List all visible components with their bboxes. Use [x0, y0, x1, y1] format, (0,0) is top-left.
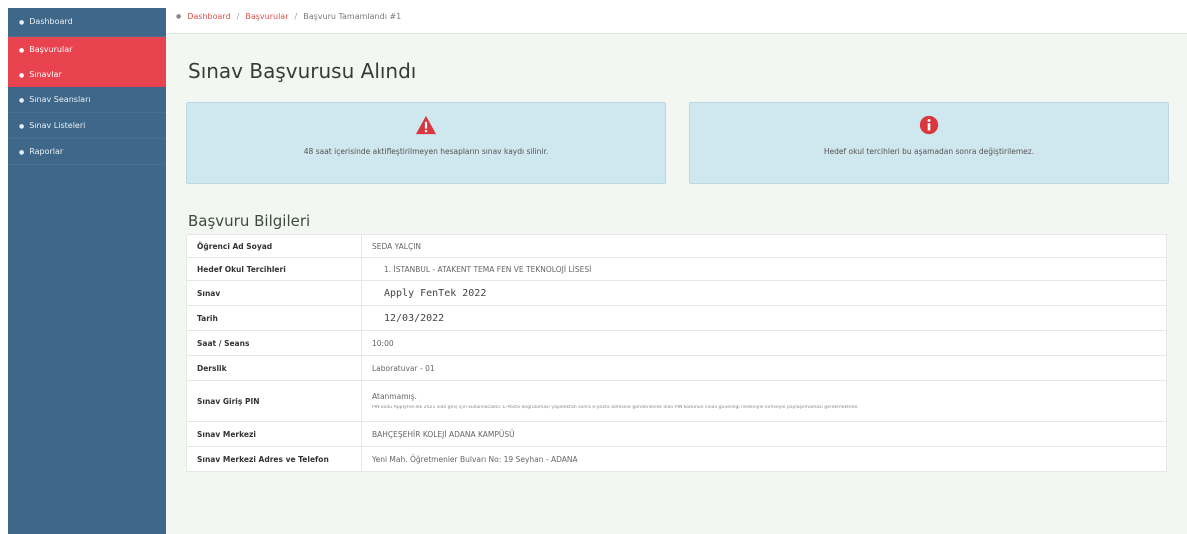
sidebar-item-sinavlar[interactable]: ● Sınavlar: [8, 62, 166, 87]
table-row: Derslik Laboratuvar - 01: [186, 355, 1167, 381]
row-label: Tarih: [186, 305, 362, 331]
section-title: Başvuru Bilgileri: [188, 212, 311, 230]
info-alert: Hedef okul tercihleri bu aşamadan sonra …: [689, 102, 1169, 184]
breadcrumb-separator: /: [236, 12, 240, 21]
row-label: Sınav: [186, 280, 362, 306]
row-value: Atanmamış. PIN kodu ApplyFenTek 2021 sıd…: [361, 380, 1167, 422]
breadcrumb-current: Başvuru Tamamlandı #1: [303, 12, 402, 21]
bullet-icon: ●: [19, 47, 25, 54]
breadcrumb-separator: /: [294, 12, 298, 21]
sidebar-item-label: Sınav Listeleri: [29, 121, 86, 130]
row-value: SEDA YALÇIN: [361, 234, 1167, 258]
bullet-icon: ●: [19, 19, 25, 26]
sidebar-item-sinav-seanslari[interactable]: ● Sınav Seansları: [8, 87, 166, 113]
info-circle-icon: [919, 115, 939, 135]
bullet-icon: ●: [19, 72, 25, 79]
row-value: Yeni Mah. Öğretmenler Bulvarı No: 19 Sey…: [361, 446, 1167, 472]
row-value: 10:00: [361, 330, 1167, 356]
breadcrumb: ● Dashboard / Başvurular / Başvuru Tamam…: [166, 0, 1187, 34]
table-row: Saat / Seans 10:00: [186, 330, 1167, 356]
bullet-icon: ●: [176, 13, 182, 20]
pin-note: PIN kodu ApplyFenTek 2021 sıdo giriş içi…: [372, 405, 859, 410]
sidebar-item-label: Raporlar: [29, 147, 64, 156]
row-label: Sınav Giriş PIN: [186, 380, 362, 422]
row-label: Derslik: [186, 355, 362, 381]
bullet-icon: ●: [19, 97, 25, 104]
row-value: 12/03/2022: [361, 305, 1167, 331]
table-row: Sınav Merkezi BAHÇEŞEHİR KOLEJİ ADANA KA…: [186, 421, 1167, 447]
sidebar-item-label: Dashboard: [29, 17, 73, 26]
table-row: Sınav Apply FenTek 2022: [186, 280, 1167, 306]
pin-status: Atanmamış.: [372, 392, 417, 401]
sidebar-item-label: Başvurular: [29, 45, 73, 54]
table-row: Tarih 12/03/2022: [186, 305, 1167, 331]
row-label: Öğrenci Ad Soyad: [186, 234, 362, 258]
sidebar-item-dashboard[interactable]: ● Dashboard: [8, 8, 166, 37]
warning-alert: 48 saat içerisinde aktifleştirilmeyen he…: [186, 102, 666, 184]
bullet-icon: ●: [19, 123, 25, 130]
bullet-icon: ●: [19, 149, 25, 156]
sidebar-item-label: Sınavlar: [29, 70, 62, 79]
row-label: Sınav Merkezi: [186, 421, 362, 447]
application-info-table: Öğrenci Ad Soyad SEDA YALÇIN Hedef Okul …: [186, 234, 1167, 472]
row-value: Laboratuvar - 01: [361, 355, 1167, 381]
row-label: Hedef Okul Tercihleri: [186, 257, 362, 281]
main-content: Sınav Başvurusu Alındı 48 saat içerisind…: [166, 34, 1187, 534]
row-label: Sınav Merkezi Adres ve Telefon: [186, 446, 362, 472]
table-row: Hedef Okul Tercihleri 1. İSTANBUL - ATAK…: [186, 257, 1167, 281]
row-value: BAHÇEŞEHİR KOLEJİ ADANA KAMPÜSÜ: [361, 421, 1167, 447]
info-alert-text: Hedef okul tercihleri bu aşamadan sonra …: [823, 147, 1035, 156]
table-row: Öğrenci Ad Soyad SEDA YALÇIN: [186, 234, 1167, 258]
table-row: Sınav Merkezi Adres ve Telefon Yeni Mah.…: [186, 446, 1167, 472]
breadcrumb-dashboard-link[interactable]: Dashboard: [187, 12, 230, 21]
table-row: Sınav Giriş PIN Atanmamış. PIN kodu Appl…: [186, 380, 1167, 422]
sidebar-item-label: Sınav Seansları: [29, 95, 91, 104]
warning-alert-text: 48 saat içerisinde aktifleştirilmeyen he…: [303, 147, 549, 156]
sidebar: ● Dashboard ● Başvurular ● Sınavlar ● Sınav …: [8, 8, 166, 534]
row-label: Saat / Seans: [186, 330, 362, 356]
page-title: Sınav Başvurusu Alındı: [188, 59, 417, 83]
warning-triangle-icon: [415, 115, 437, 135]
row-value: Apply FenTek 2022: [361, 280, 1167, 306]
sidebar-item-basvurular[interactable]: ● Başvurular: [8, 37, 166, 62]
row-value: 1. İSTANBUL - ATAKENT TEMA FEN VE TEKNOL…: [361, 257, 1167, 281]
sidebar-item-sinav-listeleri[interactable]: ● Sınav Listeleri: [8, 113, 166, 139]
breadcrumb-basvurular-link[interactable]: Başvurular: [245, 12, 288, 21]
sidebar-item-raporlar[interactable]: ● Raporlar: [8, 139, 166, 165]
